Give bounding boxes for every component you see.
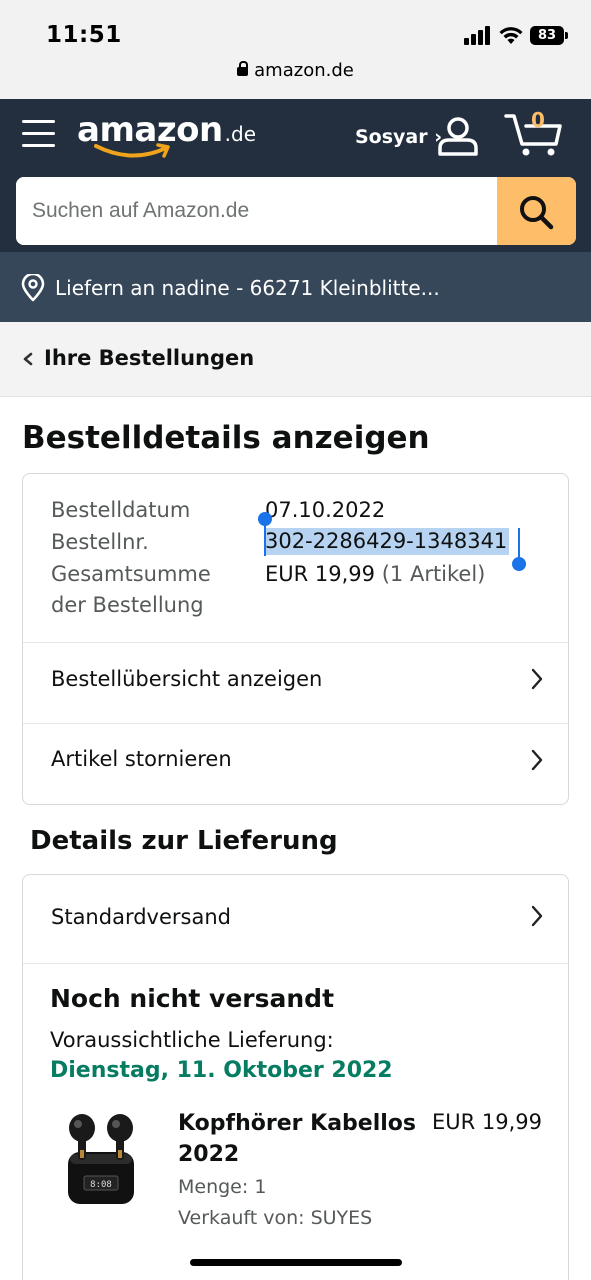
selection-stem-start <box>264 520 266 556</box>
product-seller: Verkauft von: SUYES <box>178 1207 373 1229</box>
url-text: amazon.de <box>254 60 354 81</box>
cart-count-badge: 0 <box>531 108 545 132</box>
divider <box>23 963 568 964</box>
divider <box>23 723 568 724</box>
product-quantity: Menge: 1 <box>178 1176 267 1198</box>
svg-text:8:08: 8:08 <box>90 1180 112 1190</box>
order-total-amount: EUR 19,99 <box>265 562 376 586</box>
battery-icon: 83 <box>530 26 564 45</box>
search-button[interactable] <box>497 177 576 245</box>
breadcrumb-label[interactable]: Ihre Bestellungen <box>44 346 254 370</box>
cancel-items-link[interactable]: Artikel stornieren <box>51 747 232 771</box>
chevron-left-icon <box>23 352 33 366</box>
eta-label: Voraussichtliche Lieferung: <box>50 1028 334 1052</box>
status-time: 11:51 <box>46 22 122 48</box>
chevron-right-icon <box>531 749 543 771</box>
order-total-label-cont: der Bestellung <box>51 593 204 617</box>
location-pin-icon <box>21 274 45 302</box>
product-price: EUR 19,99 <box>432 1110 543 1134</box>
eta-date: Dienstag, 11. Oktober 2022 <box>50 1058 393 1083</box>
order-date-label: Bestelldatum <box>51 498 191 522</box>
selection-handle-end[interactable] <box>512 557 526 571</box>
deliver-to-text[interactable]: Liefern an nadine - 66271 Kleinblitte... <box>55 276 440 300</box>
page-title: Bestelldetails anzeigen <box>22 420 430 456</box>
search-input[interactable] <box>16 177 496 245</box>
chevron-right-icon <box>531 668 543 690</box>
view-order-summary-link[interactable]: Bestellübersicht anzeigen <box>51 667 322 691</box>
order-number-value[interactable]: 302-2286429-1348341 <box>265 528 510 555</box>
order-date-value: 07.10.2022 <box>265 498 386 522</box>
battery-tip <box>565 32 568 39</box>
hamburger-menu-icon[interactable] <box>22 120 55 148</box>
shipping-method-link[interactable]: Standardversand <box>51 905 231 929</box>
divider <box>23 642 568 643</box>
delivery-section-title: Details zur Lieferung <box>30 826 338 856</box>
home-indicator[interactable] <box>190 1259 402 1266</box>
selection-stem-end <box>518 528 520 560</box>
lock-icon <box>237 61 249 76</box>
search-icon <box>520 196 554 230</box>
order-number-label: Bestellnr. <box>51 530 149 554</box>
order-item-count: (1 Artikel) <box>381 562 486 586</box>
order-total-label: Gesamtsumme <box>51 562 211 586</box>
status-bar: 11:51 83 amazon.de <box>0 0 591 99</box>
user-icon[interactable] <box>437 116 479 156</box>
wifi-icon <box>499 27 523 44</box>
search-bar <box>16 177 576 245</box>
shipment-status: Noch nicht versandt <box>50 984 335 1013</box>
account-link[interactable]: Sosyar › <box>355 126 442 148</box>
product-image[interactable]: 8:08 <box>58 1106 144 1210</box>
order-total-value: EUR 19,99 (1 Artikel) <box>265 562 485 586</box>
url-bar[interactable]: amazon.de <box>0 60 591 81</box>
product-name[interactable]: Kopfhörer Kabellos 2022 <box>178 1108 418 1170</box>
logo-tld: .de <box>224 122 257 146</box>
chevron-right-icon <box>531 905 543 927</box>
cellular-signal-icon <box>464 26 492 45</box>
logo-smile-icon <box>94 143 170 158</box>
